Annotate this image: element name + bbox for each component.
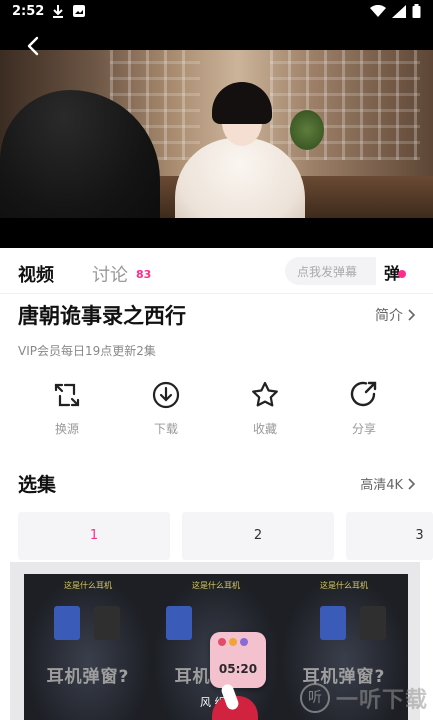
title-row: 唐朝诡事录之西行 简介 (0, 294, 433, 338)
ad-product (54, 606, 80, 640)
status-right-icons (370, 4, 421, 18)
image-icon (73, 5, 85, 17)
update-info: VIP会员每日19点更新2集 (18, 344, 156, 358)
action-label: 下载 (153, 422, 178, 436)
status-time: 2:52 (12, 4, 45, 19)
status-left-icons (52, 4, 86, 18)
danmu-status-dot (398, 270, 406, 278)
video-frame (0, 50, 433, 218)
chevron-right-icon (408, 309, 415, 321)
tabs-bar: 视频 讨论 83 点我发弹幕 弹 (0, 248, 433, 294)
video-player[interactable] (0, 24, 433, 248)
share-icon (350, 381, 377, 407)
widget-dot (240, 638, 248, 646)
episode-item[interactable]: 3 (346, 512, 433, 560)
discuss-count-badge: 83 (136, 268, 152, 281)
ad-product (320, 606, 346, 640)
episode-item[interactable]: 1 (18, 512, 170, 560)
favorite-button[interactable]: 收藏 (235, 380, 295, 437)
episodes-header: 选集 高清4K (0, 466, 433, 496)
widget-dot (218, 638, 226, 646)
watermark-text: 一听下载 (336, 688, 429, 713)
watermark: 听 一听下载 (300, 676, 433, 720)
drama-title: 唐朝诡事录之西行 (18, 304, 186, 328)
episode-number: 1 (89, 528, 99, 543)
tab-discuss[interactable]: 讨论 (92, 261, 128, 287)
ad-product (166, 606, 192, 640)
danmu-toggle-button[interactable]: 弹 (376, 256, 416, 286)
episode-number: 2 (253, 528, 263, 543)
back-arrow-icon[interactable] (20, 32, 48, 60)
ad-caption: 这是什么耳机 (192, 581, 240, 590)
battery-icon (412, 4, 421, 18)
ad-big-text: 耳机弹窗? (46, 667, 130, 687)
widget-dot (229, 638, 237, 646)
episodes-row: 1 2 3 (0, 512, 433, 562)
actions-row: 换源 下载 收藏 分享 (0, 380, 433, 444)
widget-time: 05:20 (218, 662, 258, 676)
intro-label: 简介 (375, 308, 403, 324)
download-icon (53, 5, 63, 18)
action-label: 换源 (54, 422, 79, 436)
ad-product (360, 606, 386, 640)
video-lady-hair (212, 82, 272, 124)
ad-product (94, 606, 120, 640)
episode-number: 3 (415, 528, 424, 543)
video-lattice-window (270, 50, 420, 160)
danmu-placeholder: 点我发弹幕 (297, 265, 358, 279)
star-icon (252, 381, 278, 407)
quality-label: 高清4K (360, 478, 403, 493)
switch-source-icon (54, 383, 80, 407)
ad-panel: 这是什么耳机 耳机弹窗? (24, 574, 152, 720)
action-label: 分享 (351, 422, 376, 436)
download-button[interactable]: 下载 (136, 380, 196, 437)
wifi-icon (370, 4, 386, 17)
episode-item[interactable]: 2 (182, 512, 334, 560)
download-icon (152, 381, 180, 409)
episodes-title: 选集 (18, 474, 57, 496)
action-label: 收藏 (252, 422, 277, 436)
quality-selector[interactable]: 高清4K (360, 474, 415, 493)
widget-dots (218, 638, 248, 646)
status-bar: 2:52 (0, 0, 433, 24)
chevron-right-icon (408, 477, 415, 490)
tab-video[interactable]: 视频 (18, 261, 54, 287)
switch-source-button[interactable]: 换源 (37, 380, 97, 437)
video-plant (290, 110, 324, 150)
intro-link[interactable]: 简介 (375, 305, 415, 325)
ad-caption: 这是什么耳机 (64, 581, 112, 590)
signal-icon (392, 4, 406, 18)
ad-widget-card: 05:20 (210, 632, 266, 688)
watermark-logo: 听 (300, 683, 330, 713)
ad-caption: 这是什么耳机 (320, 581, 368, 590)
share-button[interactable]: 分享 (334, 380, 394, 437)
